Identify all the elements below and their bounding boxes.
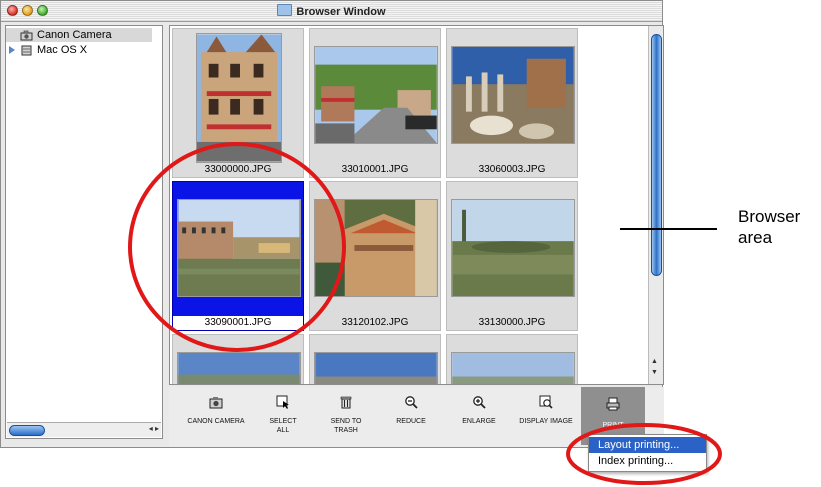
thumbnail[interactable] (309, 334, 441, 384)
button-label: REDUCE (396, 418, 426, 425)
button-label: SEND TO TRASH (321, 417, 371, 435)
window-title-text: Browser Window (296, 6, 386, 18)
photo-corridor (314, 199, 438, 297)
window-title: Browser Window (1, 4, 662, 18)
photo-building (196, 33, 282, 163)
enlarge-button[interactable]: ENLARGE (457, 387, 501, 445)
scroll-thumb[interactable] (9, 425, 45, 436)
scroll-down-arrow-icon[interactable]: ▼ (651, 369, 658, 376)
photo-sky (451, 352, 575, 384)
tree-item-label: Mac OS X (37, 44, 88, 56)
callout-line (620, 228, 717, 230)
printer-icon (606, 397, 620, 411)
disclosure-triangle-icon[interactable] (6, 45, 18, 55)
photo-sky (314, 352, 438, 384)
callout-label: Browser area (738, 206, 800, 248)
canon-camera-button[interactable]: CANON CAMERA (181, 387, 251, 445)
print-dropdown-menu: Layout printing... Index printing... (588, 434, 707, 472)
thumbnail-caption: 33120102.JPG (341, 317, 409, 328)
vertical-scrollbar[interactable]: ▲ ▼ (648, 26, 663, 384)
scroll-arrows-icon[interactable]: ◂ ▸ (149, 424, 159, 433)
label-line: SEND TO (330, 418, 362, 425)
label-line: SELECT (269, 418, 297, 425)
trash-icon (340, 396, 352, 409)
thumbnail-caption: 33090001.JPG (173, 316, 303, 330)
button-label: PRINT (602, 422, 624, 429)
photo-sky (177, 352, 301, 384)
tree-item-mac-os-x[interactable]: Mac OS X (6, 43, 87, 57)
folder-tree[interactable]: Canon Camera Mac OS X ◂ ▸ (5, 25, 163, 439)
menu-item-layout-printing[interactable]: Layout printing... (589, 437, 706, 453)
scroll-up-arrow-icon[interactable]: ▲ (651, 358, 658, 365)
browser-window: Browser Window Canon Camera Mac OS X ◂ ▸ (0, 0, 664, 448)
disk-icon (21, 45, 32, 55)
select-all-button[interactable]: SELECT ALL (261, 387, 305, 445)
thumbnail-caption: 33060003.JPG (478, 164, 546, 175)
browser-area[interactable]: 33000000.JPG 33010001.JPG 33060003.JPG 3… (169, 25, 664, 385)
photo-street (314, 46, 438, 144)
photo-landscape (451, 199, 575, 297)
button-label: DISPLAY IMAGE (519, 418, 573, 425)
zoom-in-icon (473, 396, 486, 409)
thumbnail[interactable]: 33000000.JPG (172, 28, 304, 178)
label-line: ALL (276, 427, 290, 434)
folder-icon (277, 4, 293, 16)
button-label: SELECT ALL (261, 417, 305, 435)
button-label: ENLARGE (462, 418, 496, 425)
button-label: CANON CAMERA (187, 418, 245, 425)
tree-item-canon-camera[interactable]: Canon Camera (6, 28, 152, 42)
thumbnail-caption: 33000000.JPG (204, 164, 272, 175)
thumbnail[interactable] (446, 334, 578, 384)
tree-item-label: Canon Camera (37, 29, 112, 41)
menu-item-index-printing[interactable]: Index printing... (589, 453, 706, 469)
select-all-icon (276, 395, 289, 409)
thumbnail[interactable]: 33120102.JPG (309, 181, 441, 331)
camera-icon (209, 397, 223, 409)
photo-ruins (451, 46, 575, 144)
thumbnail[interactable]: 33060003.JPG (446, 28, 578, 178)
thumbnail-caption: 33130000.JPG (478, 317, 546, 328)
photo-river-bridge (177, 199, 301, 297)
thumbnail[interactable] (172, 334, 304, 384)
thumbnail-caption: 33010001.JPG (341, 164, 409, 175)
reduce-button[interactable]: REDUCE (389, 387, 433, 445)
callout-line-1: Browser (738, 207, 801, 226)
thumbnail[interactable]: 33130000.JPG (446, 181, 578, 331)
thumbnail[interactable]: 33010001.JPG (309, 28, 441, 178)
label-line: TRASH (334, 427, 358, 434)
zoom-out-icon (405, 396, 418, 409)
send-to-trash-button[interactable]: SEND TO TRASH (321, 387, 371, 445)
display-image-button[interactable]: DISPLAY IMAGE (513, 387, 579, 445)
callout-line-2: area (738, 228, 773, 247)
thumbnail-selected[interactable]: 33090001.JPG (172, 181, 304, 331)
camera-icon (20, 30, 33, 40)
horizontal-scrollbar[interactable]: ◂ ▸ (7, 422, 161, 437)
title-bar[interactable]: Browser Window (1, 1, 662, 22)
scroll-thumb[interactable] (651, 34, 662, 276)
display-image-icon (539, 395, 553, 409)
